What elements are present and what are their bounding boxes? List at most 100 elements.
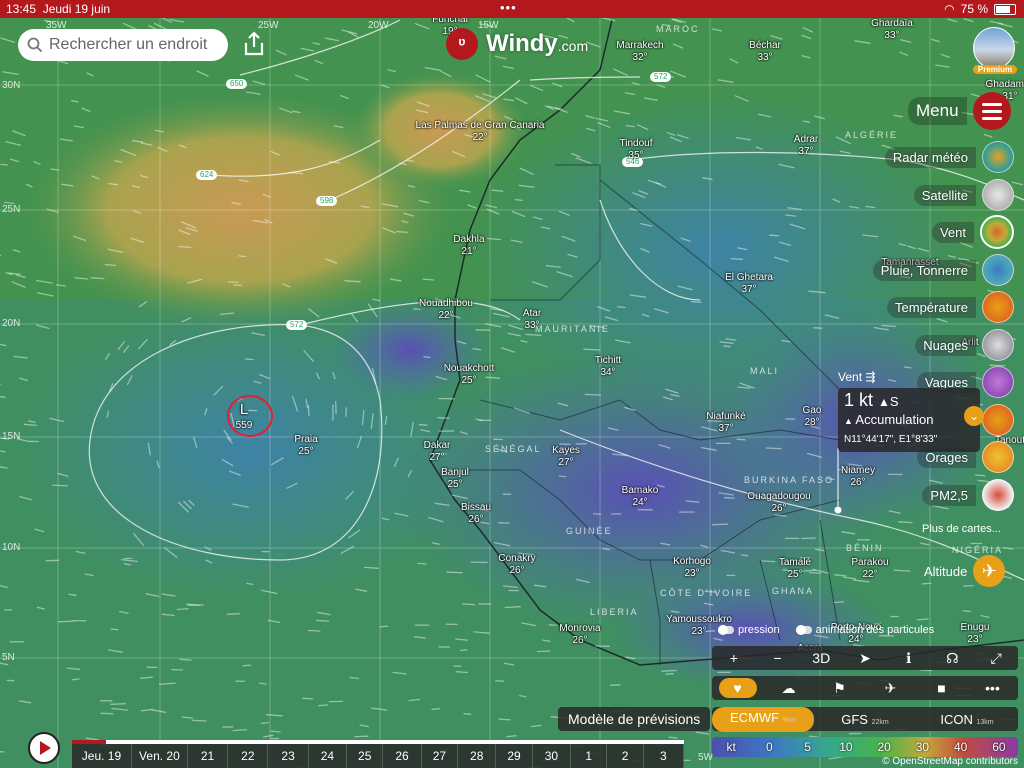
city-label[interactable]: Korhogo 23° [673, 556, 711, 580]
city-label[interactable]: Nouakchott 25° [444, 363, 495, 387]
locate-icon[interactable]: ➤ [845, 650, 885, 667]
city-label[interactable]: Marrakech 32° [616, 40, 663, 64]
city-label[interactable]: Dakar 27° [424, 440, 451, 464]
timeline-day[interactable]: 28 [458, 744, 497, 768]
layer-forecast-extra[interactable] [982, 404, 1014, 436]
city-label[interactable]: Ghardaïa 33° [871, 18, 913, 42]
country-label: BÉNIN [846, 543, 884, 553]
timeline-day[interactable]: Ven. 20 [132, 744, 188, 768]
premium-avatar[interactable]: Premium [973, 27, 1017, 75]
country-label: GHANA [772, 586, 815, 596]
city-label[interactable]: Conakry 26° [498, 553, 535, 577]
zoom-out-button[interactable]: − [758, 650, 798, 666]
layer-temperature[interactable]: Température [887, 291, 1014, 323]
share-icon[interactable] [240, 30, 268, 58]
city-label[interactable]: Banjul 25° [441, 467, 469, 491]
wind-particle [504, 606, 522, 609]
city-label[interactable]: Nouadhibou 22° [419, 298, 473, 322]
model-ecmwf[interactable]: ECMWF 9km [712, 706, 814, 732]
city-temperature: 25° [787, 569, 803, 580]
camera-icon[interactable]: ■ [923, 678, 961, 698]
timeline-day[interactable]: 1 [571, 744, 608, 768]
timeline-day[interactable]: 23 [268, 744, 309, 768]
city-label[interactable]: Monrovia 26° [559, 623, 600, 647]
particles-toggle[interactable]: animation des particules [795, 624, 934, 636]
layer-clouds[interactable]: Nuages [915, 329, 1014, 361]
info-icon[interactable]: ℹ [889, 650, 929, 667]
more-icon[interactable]: ••• [974, 678, 1012, 698]
rain-icon [982, 254, 1014, 286]
city-label[interactable]: Béchar 33° [749, 40, 781, 64]
timeline-day[interactable]: 27 [422, 744, 459, 768]
city-temperature: 22° [438, 310, 454, 321]
timeline-day[interactable]: Jeu. 19 [72, 744, 132, 768]
3d-button[interactable]: 3D [801, 650, 841, 666]
airplane-icon: ✈ [973, 555, 1006, 587]
model-icon[interactable]: ICON 13km [916, 712, 1018, 727]
timeline-day[interactable]: 3 [644, 744, 684, 768]
play-button[interactable] [28, 732, 60, 764]
airplane-icon[interactable]: ✈ [872, 678, 910, 698]
search-box[interactable]: Rechercher un endroit [18, 29, 228, 61]
city-label[interactable]: Praia 25° [294, 434, 317, 458]
city-label[interactable]: Kayes 27° [552, 445, 580, 469]
city-label[interactable]: Ouagadougou 26° [747, 491, 810, 515]
layer-pm25[interactable]: PM2,5 [922, 479, 1014, 511]
hurricane-icon[interactable]: ☊ [932, 650, 972, 667]
city-label[interactable]: Gao 28° [803, 405, 822, 429]
wind-particle [455, 671, 468, 674]
city-temperature: 33° [884, 30, 900, 41]
timeline-day[interactable]: 2 [607, 744, 644, 768]
pressure-toggle[interactable]: pression [718, 624, 780, 636]
multitask-dots-icon[interactable]: ••• [500, 0, 517, 15]
city-name: Niamey [841, 465, 875, 476]
wind-particle [690, 300, 702, 303]
city-label[interactable]: Tamalé 25° [779, 557, 811, 581]
attribution[interactable]: © OpenStreetMap contributors [882, 756, 1018, 767]
city-label[interactable]: Enugu 23° [961, 622, 990, 646]
flag-icon[interactable]: ⚑ [821, 678, 859, 698]
city-label[interactable]: Dakhla 21° [453, 234, 484, 258]
city-label[interactable]: Atar 33° [523, 308, 541, 332]
layer-satellite[interactable]: Satellite [913, 179, 1014, 211]
timeline-day[interactable]: 26 [383, 744, 422, 768]
model-gfs[interactable]: GFS 22km [814, 712, 916, 727]
location-popup[interactable]: 1 kt ▲S ▲ Accumulation N11°44'17", E1°8'… [838, 388, 984, 452]
chevron-down-icon[interactable]: ⌄ [964, 406, 984, 426]
timeline-day[interactable]: 29 [496, 744, 533, 768]
wind-particle [461, 603, 476, 606]
heart-icon[interactable]: ♥ [718, 678, 757, 698]
layer-rain[interactable]: Pluie, Tonnerre [872, 254, 1014, 286]
city-label[interactable]: Parakou 22° [851, 557, 888, 581]
city-label[interactable]: Bissau 26° [461, 502, 491, 526]
city-name: Enugu [960, 622, 990, 633]
city-label[interactable]: Tichitt 34° [595, 355, 621, 379]
layer-wind[interactable]: Vent [931, 215, 1014, 249]
fullscreen-icon[interactable]: ⤢ [976, 650, 1016, 667]
weather-icon[interactable]: ☁ [770, 678, 808, 698]
city-label[interactable]: Adrar 37° [794, 134, 818, 158]
timeline[interactable]: Jeu. 19 Ven. 20 21 22 23 24 25 26 27 28 29 30 1 2 3 [72, 740, 684, 768]
country-label: SÉNÉGAL [485, 444, 542, 454]
city-label[interactable]: Niamey 26° [841, 465, 875, 489]
zoom-in-button[interactable]: + [714, 650, 754, 666]
layer-radar[interactable]: Radar météo [884, 141, 1014, 173]
wind-particle [525, 333, 542, 336]
more-maps-link[interactable]: Plus de cartes... [922, 523, 1001, 535]
city-label[interactable]: Niafunké 37° [706, 411, 745, 435]
altitude-button[interactable]: Altitude ✈ [924, 555, 1006, 587]
timeline-day[interactable]: 21 [188, 744, 229, 768]
city-temperature: 23° [684, 568, 700, 579]
city-label[interactable]: Las Palmas de Gran Canaria 22° [416, 120, 545, 144]
city-label[interactable]: Tindouf 35° [620, 138, 653, 162]
timeline-day[interactable]: 24 [309, 744, 348, 768]
wind-legend[interactable]: kt 0 5 10 20 30 40 60 [712, 737, 1018, 757]
timeline-day[interactable]: 22 [228, 744, 269, 768]
windy-logo[interactable]: ᶹ Windy.com [446, 28, 588, 60]
timeline-day[interactable]: 25 [347, 744, 384, 768]
timeline-day[interactable]: 30 [533, 744, 572, 768]
city-label[interactable]: Bamako 24° [622, 485, 659, 509]
city-label[interactable]: El Ghetara 37° [725, 272, 773, 296]
map-tools: + − 3D ➤ ℹ ☊ ⤢ [712, 646, 1018, 670]
menu-button[interactable]: Menu [908, 92, 1011, 130]
